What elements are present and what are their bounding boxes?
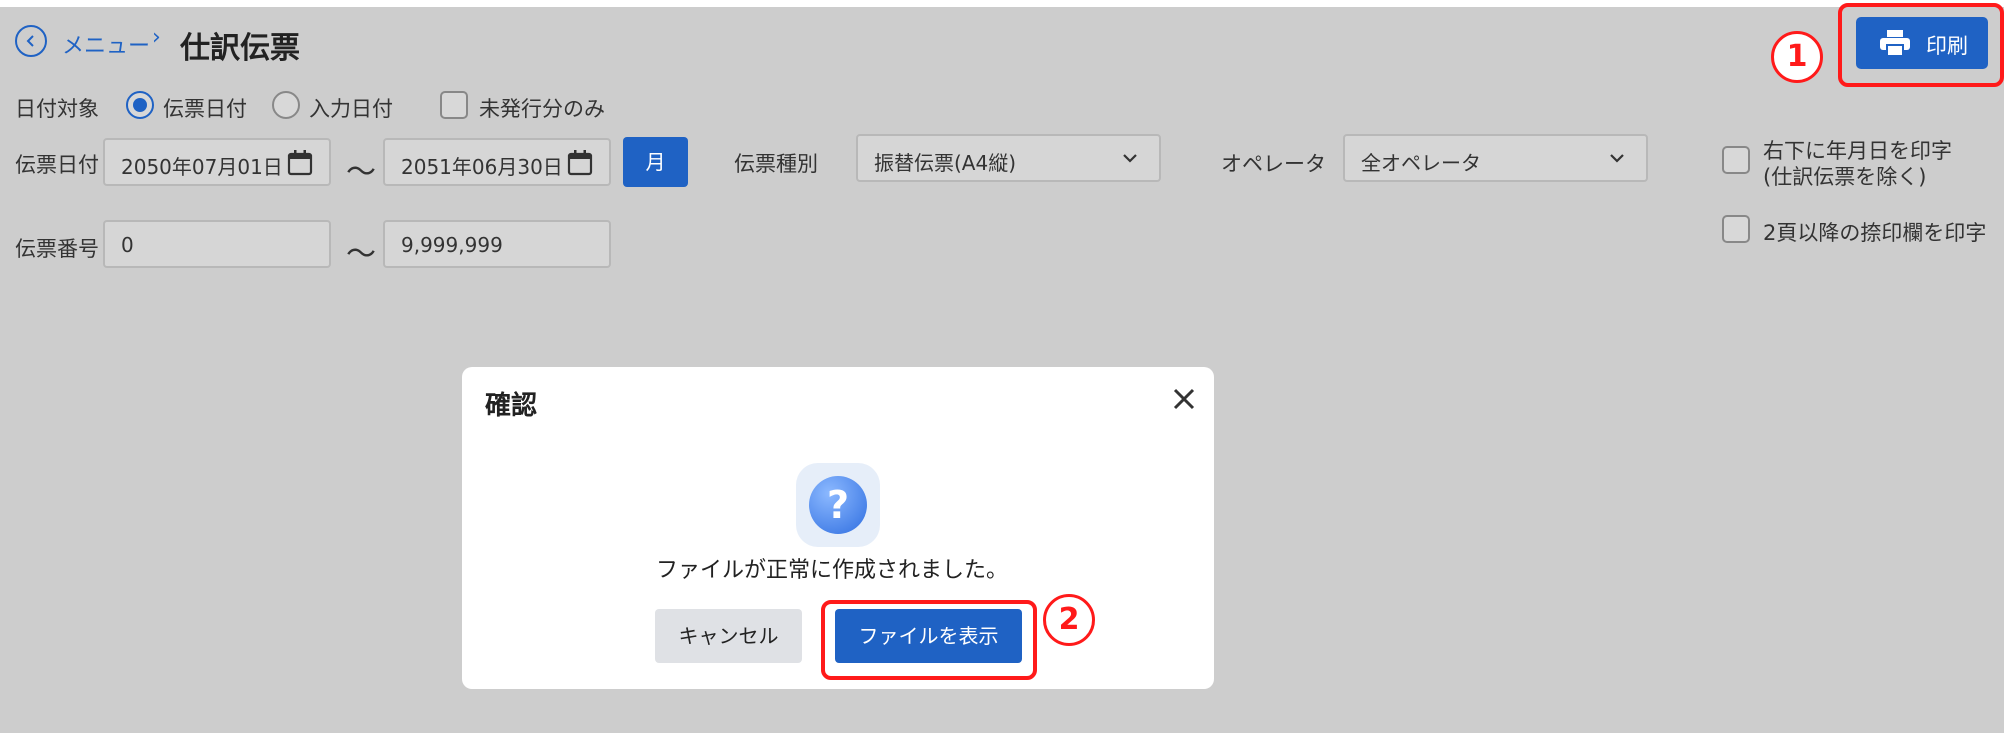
breadcrumb-menu-link[interactable]: メニュー bbox=[62, 28, 150, 60]
unissued-only-label[interactable]: 未発行分のみ bbox=[479, 93, 605, 123]
confirm-dialog: 確認 ? ファイルが正常に作成されました。 キャンセル ファイルを表示 2 bbox=[462, 367, 1214, 689]
show-file-highlight-box bbox=[821, 600, 1037, 680]
question-icon-container: ? bbox=[796, 463, 880, 547]
calendar-icon[interactable] bbox=[567, 150, 593, 176]
printer-icon bbox=[1880, 30, 1910, 56]
annotation-badge-2: 2 bbox=[1043, 594, 1095, 646]
date-to-value: 2051年06月30日 bbox=[401, 155, 563, 179]
print-button-label: 印刷 bbox=[1926, 34, 1968, 58]
month-button[interactable]: 月 bbox=[623, 137, 688, 187]
operator-value: 全オペレータ bbox=[1361, 151, 1481, 175]
number-from-field[interactable]: 0 bbox=[103, 220, 331, 268]
radio-voucher-date[interactable] bbox=[126, 91, 154, 119]
voucher-date-label: 伝票日付 bbox=[15, 153, 99, 177]
cancel-button[interactable]: キャンセル bbox=[655, 609, 802, 663]
page-title: 仕訳伝票 bbox=[180, 31, 300, 66]
chevron-down-icon bbox=[1123, 154, 1137, 163]
voucher-type-label: 伝票種別 bbox=[734, 152, 818, 176]
print-date-checkbox[interactable] bbox=[1722, 146, 1750, 174]
number-to-value: 9,999,999 bbox=[401, 233, 503, 257]
calendar-icon[interactable] bbox=[287, 150, 313, 176]
print-button[interactable]: 印刷 bbox=[1856, 17, 1988, 69]
chevron-down-icon bbox=[1610, 154, 1624, 163]
app-background: メニュー › 仕訳伝票 印刷 1 日付対象 伝票日付 入力日付 未発行分のみ 伝… bbox=[0, 3, 2004, 733]
date-target-label: 日付対象 bbox=[15, 97, 99, 121]
number-range-separator: 〜 bbox=[346, 237, 376, 272]
operator-select[interactable]: 全オペレータ bbox=[1343, 134, 1648, 182]
date-from-value: 2050年07月01日 bbox=[121, 155, 283, 179]
radio-input-date-label[interactable]: 入力日付 bbox=[309, 93, 393, 123]
chevron-left-icon bbox=[26, 35, 34, 47]
dialog-title: 確認 bbox=[485, 391, 538, 421]
back-button[interactable] bbox=[15, 25, 47, 57]
voucher-type-select[interactable]: 振替伝票(A4縦) bbox=[856, 134, 1161, 182]
close-icon[interactable] bbox=[1172, 387, 1196, 411]
seal-option-label[interactable]: 2頁以降の捺印欄を印字 bbox=[1763, 217, 1986, 247]
print-date-option-line2[interactable]: (仕訳伝票を除く) bbox=[1763, 161, 1926, 191]
question-icon: ? bbox=[809, 476, 867, 534]
breadcrumb-separator: › bbox=[152, 25, 161, 50]
dialog-message: ファイルが正常に作成されました。 bbox=[656, 558, 1009, 583]
date-to-field[interactable]: 2051年06月30日 bbox=[383, 138, 611, 186]
annotation-badge-1: 1 bbox=[1771, 31, 1823, 83]
date-range-separator: 〜 bbox=[346, 155, 376, 190]
operator-label: オペレータ bbox=[1221, 152, 1326, 176]
unissued-only-checkbox[interactable] bbox=[440, 91, 468, 119]
voucher-type-value: 振替伝票(A4縦) bbox=[874, 151, 1017, 175]
radio-voucher-date-label[interactable]: 伝票日付 bbox=[163, 93, 247, 123]
number-to-field[interactable]: 9,999,999 bbox=[383, 220, 611, 268]
number-from-value: 0 bbox=[121, 233, 134, 257]
voucher-number-label: 伝票番号 bbox=[15, 237, 99, 261]
seal-option-checkbox[interactable] bbox=[1722, 215, 1750, 243]
date-from-field[interactable]: 2050年07月01日 bbox=[103, 138, 331, 186]
radio-input-date[interactable] bbox=[272, 91, 300, 119]
